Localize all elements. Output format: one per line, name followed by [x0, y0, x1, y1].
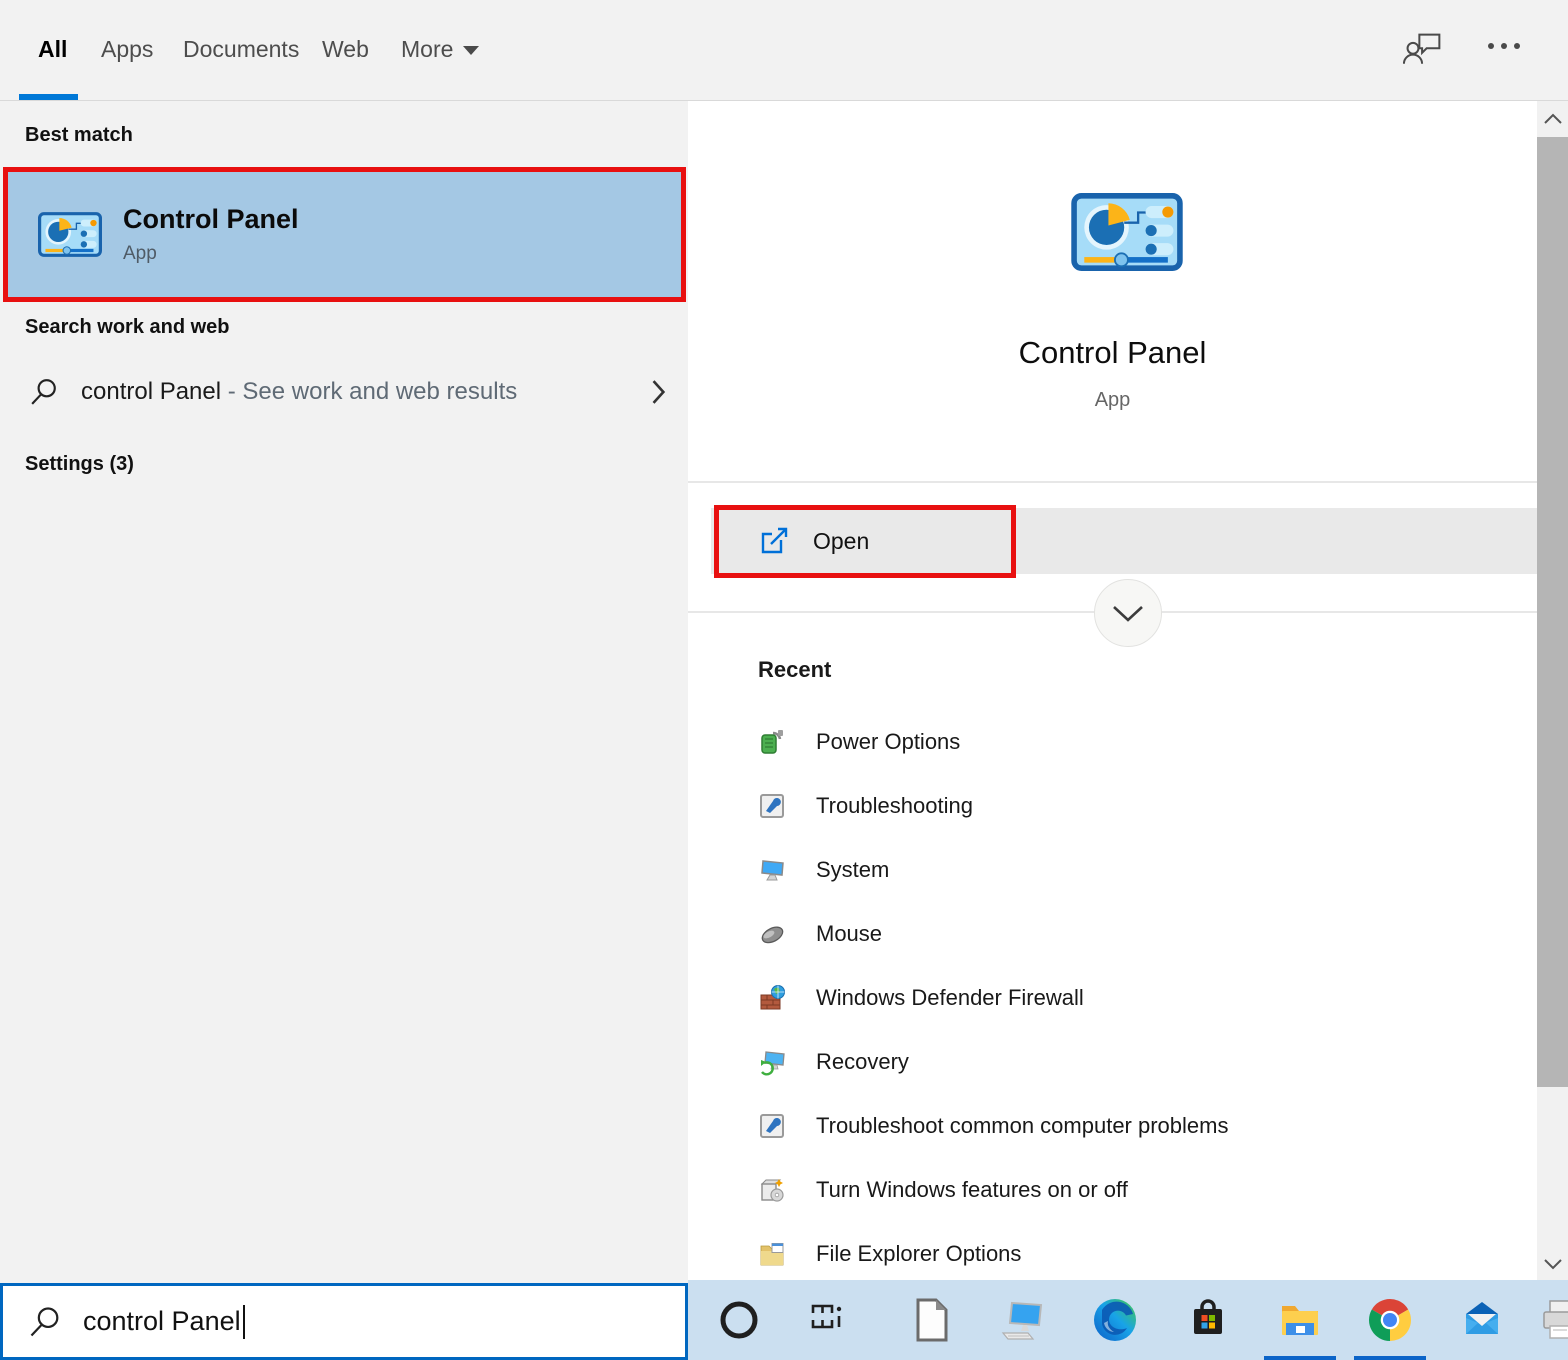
tab-apps[interactable]: Apps: [101, 36, 153, 63]
cortana-icon[interactable]: [715, 1296, 763, 1344]
suggestion-suffix: - See work and web results: [228, 378, 517, 405]
recent-item[interactable]: Power Options: [758, 710, 1498, 774]
recent-item[interactable]: Recovery: [758, 1030, 1498, 1094]
recent-item-label: Troubleshooting: [816, 793, 973, 819]
suggestion-query: control Panel: [81, 378, 221, 405]
tab-more[interactable]: More: [401, 36, 479, 63]
search-work-web-heading: Search work and web: [25, 316, 230, 339]
folder-options-icon: [758, 1240, 786, 1268]
pc-monitor-icon[interactable]: [999, 1296, 1047, 1344]
troubleshooting-icon: [758, 1112, 786, 1140]
scroll-up-button[interactable]: [1537, 103, 1568, 133]
recovery-icon: [758, 1048, 786, 1076]
preview-app-type: App: [688, 389, 1537, 412]
windows-features-icon: [758, 1176, 786, 1204]
recent-item-label: Power Options: [816, 729, 960, 755]
recent-item[interactable]: File Explorer Options: [758, 1222, 1498, 1286]
running-indicator-chrome: [1354, 1356, 1426, 1360]
recent-heading: Recent: [758, 657, 831, 683]
search-input-value: control Panel: [83, 1306, 241, 1337]
running-indicator-file-explorer: [1264, 1356, 1336, 1360]
expand-actions-button[interactable]: [1094, 579, 1162, 647]
preview-panel: Control Panel App Open Recent: [688, 101, 1537, 1280]
windows-search-flyout: All Apps Documents Web More Best match: [0, 0, 1568, 1360]
taskbar: [688, 1280, 1568, 1360]
mouse-icon: [758, 920, 786, 948]
scroll-down-button[interactable]: [1537, 1249, 1568, 1279]
search-input[interactable]: control Panel: [0, 1283, 688, 1360]
recent-item-label: Recovery: [816, 1049, 909, 1075]
annotation-box-best-match: [3, 167, 686, 302]
feedback-icon[interactable]: [1403, 30, 1443, 72]
control-panel-icon-large: [1071, 193, 1183, 271]
search-icon: [29, 1306, 61, 1338]
text-caret: [243, 1305, 245, 1339]
recent-item-label: Mouse: [816, 921, 882, 947]
recent-item[interactable]: Windows Defender Firewall: [758, 966, 1498, 1030]
chrome-icon[interactable]: [1366, 1296, 1414, 1344]
recent-item-label: File Explorer Options: [816, 1241, 1021, 1267]
task-view-icon[interactable]: [806, 1296, 854, 1344]
ellipsis-icon[interactable]: [1487, 42, 1523, 50]
firewall-icon: [758, 984, 786, 1012]
tab-all[interactable]: All: [38, 36, 67, 63]
tab-documents[interactable]: Documents: [183, 36, 299, 63]
system-icon: [758, 856, 786, 884]
recent-item[interactable]: Troubleshooting: [758, 774, 1498, 838]
search-icon: [30, 378, 58, 406]
troubleshooting-icon: [758, 792, 786, 820]
libreoffice-icon[interactable]: [906, 1296, 954, 1344]
preview-app-name: Control Panel: [688, 335, 1537, 371]
recent-item[interactable]: Mouse: [758, 902, 1498, 966]
recent-item[interactable]: System: [758, 838, 1498, 902]
web-search-suggestion[interactable]: control Panel - See work and web results: [0, 353, 688, 431]
recent-item[interactable]: Turn Windows features on or off: [758, 1158, 1498, 1222]
tab-web[interactable]: Web: [322, 36, 369, 63]
chevron-down-icon: [463, 46, 479, 55]
scrollbar-thumb[interactable]: [1537, 137, 1568, 1087]
store-icon[interactable]: [1184, 1296, 1232, 1344]
edge-icon[interactable]: [1091, 1296, 1139, 1344]
recent-item-label: Turn Windows features on or off: [816, 1177, 1128, 1203]
active-tab-indicator: [19, 94, 78, 100]
chevron-right-icon: [652, 380, 666, 404]
settings-heading: Settings (3): [25, 453, 134, 476]
recent-item[interactable]: Troubleshoot common computer problems: [758, 1094, 1498, 1158]
mail-icon[interactable]: [1458, 1296, 1506, 1344]
annotation-box-open: [714, 505, 1016, 578]
scrollbar: [1537, 101, 1568, 1280]
printer-icon[interactable]: [1540, 1296, 1568, 1344]
file-explorer-icon[interactable]: [1276, 1296, 1324, 1344]
best-match-heading: Best match: [25, 124, 133, 147]
power-options-icon: [758, 728, 786, 756]
recent-item-label: Windows Defender Firewall: [816, 985, 1084, 1011]
search-tabs-bar: All Apps Documents Web More: [0, 0, 1568, 101]
recent-item-label: Troubleshoot common computer problems: [816, 1113, 1228, 1139]
recent-item-label: System: [816, 857, 889, 883]
search-results-panel: Best match Control Panel App Search work…: [0, 101, 688, 1283]
divider-line: [688, 481, 1537, 483]
